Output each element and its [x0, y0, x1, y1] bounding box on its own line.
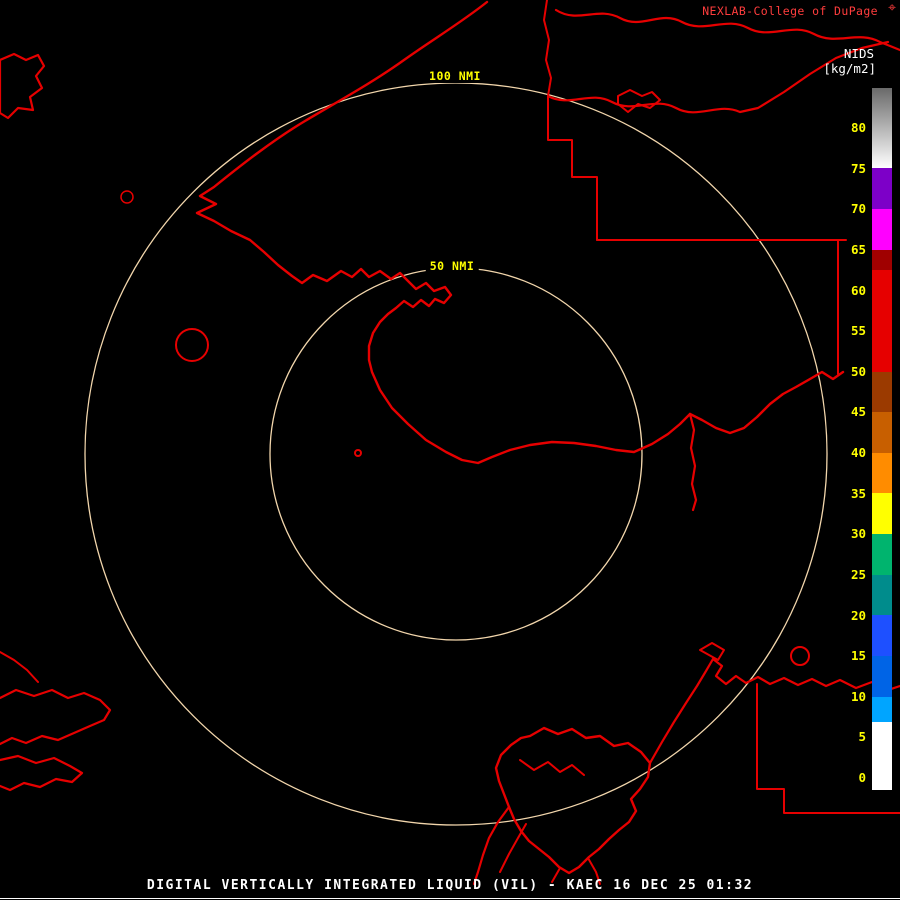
colorbar-segment: [872, 412, 892, 453]
map-boundary-line: [499, 823, 527, 873]
colorbar-segment: [872, 534, 892, 575]
colorbar-segment: [872, 722, 892, 790]
outer-range-ring: [84, 82, 828, 826]
map-boundary-line: [648, 657, 715, 765]
colorbar-title: NIDS: [843, 46, 874, 61]
product-status-text: DIGITAL VERTICALLY INTEGRATED LIQUID (VI…: [146, 878, 754, 893]
map-boundary-line: [0, 754, 84, 792]
map-boundary-line: [519, 759, 585, 776]
map-boundary-line: [472, 805, 511, 886]
map-boundary-line: [546, 40, 890, 114]
colorbar-bar: [872, 88, 892, 790]
colorbar-segment: [872, 168, 892, 209]
nexlab-logo-icon: ⌖: [888, 0, 896, 16]
colorbar-segment: [872, 493, 892, 534]
brand-text: NEXLAB-College of DuPage: [702, 4, 878, 18]
map-feature-circle: [120, 190, 134, 204]
inner-range-ring: [269, 267, 643, 641]
map-boundary-line: [688, 412, 698, 512]
radar-display: 100 NMI 50 NMI NEXLAB-College of DuPage …: [0, 0, 900, 900]
map-feature-circle: [354, 449, 362, 457]
map-feature-circle: [175, 328, 209, 362]
colorbar-segment: [872, 453, 892, 493]
colorbar-segment: [872, 372, 892, 412]
map-boundary-line: [0, 651, 39, 683]
map-boundary-line: [617, 89, 661, 113]
colorbar-segment: [872, 209, 892, 250]
radar-map-svg: [0, 0, 900, 886]
outer-range-ring-label: 100 NMI: [425, 69, 485, 83]
map-boundary-line: [699, 642, 725, 661]
bottom-divider: [0, 898, 900, 899]
map-boundary-line: [543, 0, 598, 241]
colorbar-units-label: [kg/m2]: [823, 61, 876, 76]
map-boundary-line: [494, 726, 652, 875]
colorbar-segment: [872, 88, 892, 168]
map-boundary-line: [0, 52, 46, 120]
colorbar-segment: [872, 250, 892, 270]
colorbar-segment: [872, 575, 892, 615]
colorbar-segment: [872, 270, 892, 372]
colorbar-segment: [872, 615, 892, 656]
map-feature-circle: [790, 646, 810, 666]
colorbar-segment: [872, 697, 892, 722]
inner-range-ring-label: 50 NMI: [425, 259, 479, 273]
map-boundary-line: [0, 688, 112, 746]
colorbar-segment: [872, 656, 892, 697]
